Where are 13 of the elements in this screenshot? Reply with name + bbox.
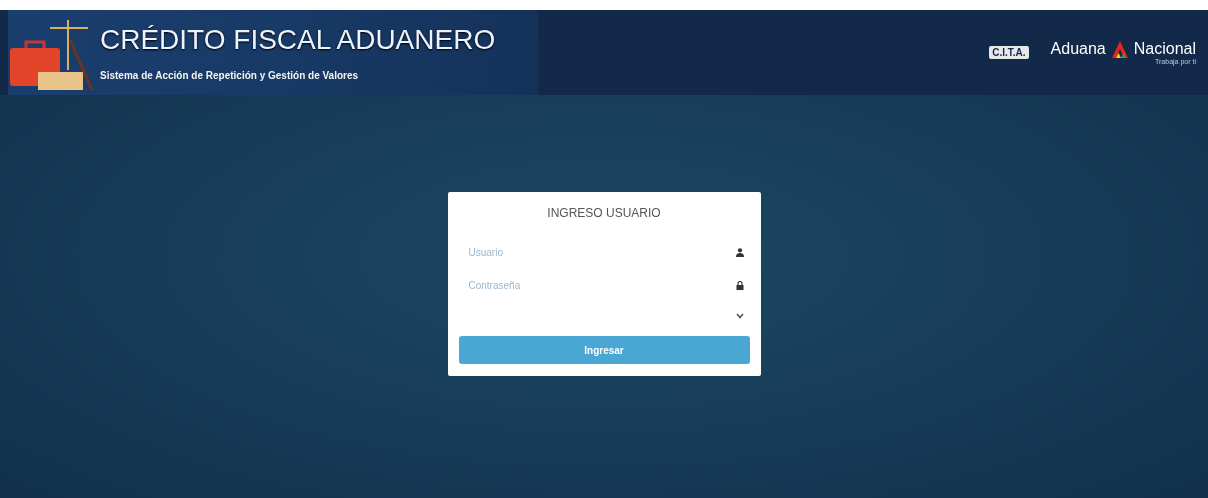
user-icon (735, 248, 744, 257)
cita-logo: C.I.T.A. (989, 46, 1029, 59)
banner-title: CRÉDITO FISCAL ADUANERO (100, 24, 496, 56)
username-field[interactable]: Usuario (466, 246, 736, 259)
nacional-logo-text: Nacional (1133, 40, 1196, 58)
chevron-down-icon (735, 313, 744, 319)
password-field[interactable]: Contraseña (466, 279, 736, 292)
mountain-logo-icon (1109, 40, 1130, 58)
lock-icon (735, 281, 744, 290)
aduana-logo-text: Aduana (1050, 40, 1106, 58)
login-title: INGRESO USUARIO (546, 206, 662, 220)
login-button[interactable]: Ingresar (458, 336, 750, 364)
banner-subtitle: Sistema de Acción de Repetición y Gestión de Valores (100, 70, 359, 81)
